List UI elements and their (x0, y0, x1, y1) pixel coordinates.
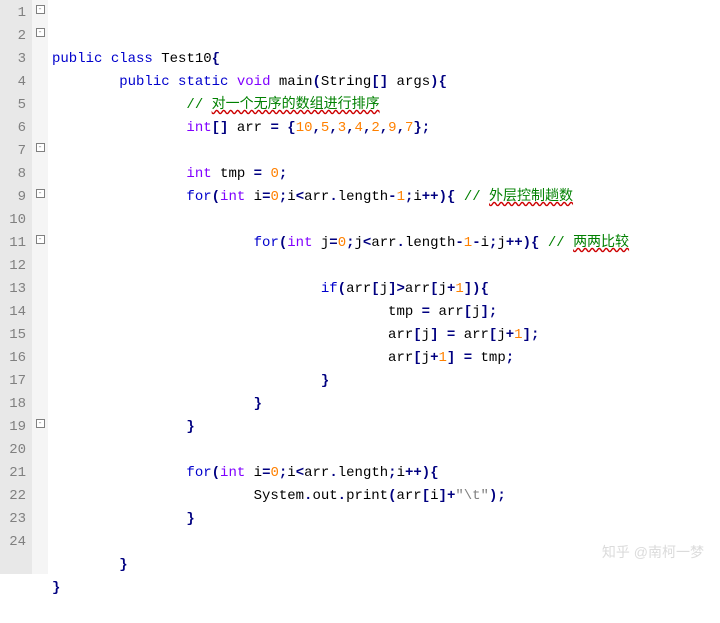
line-number: 6 (2, 117, 26, 140)
line-number: 2 (2, 25, 26, 48)
fold-marker (32, 276, 48, 299)
code-line[interactable]: for(int i=0;i<arr.length;i++){ (52, 462, 720, 485)
line-number: 22 (2, 485, 26, 508)
fold-marker[interactable]: - (32, 23, 48, 46)
line-number: 20 (2, 439, 26, 462)
fold-marker (32, 161, 48, 184)
line-number: 9 (2, 186, 26, 209)
code-line[interactable]: // 对一个无序的数组进行排序 (52, 94, 720, 117)
fold-marker (32, 253, 48, 276)
code-line[interactable] (52, 439, 720, 462)
code-line[interactable]: System.out.print(arr[i]+"\t"); (52, 485, 720, 508)
fold-marker (32, 437, 48, 460)
line-number: 17 (2, 370, 26, 393)
line-number: 13 (2, 278, 26, 301)
code-line[interactable]: if(arr[j]>arr[j+1]){ (52, 278, 720, 301)
line-number: 1 (2, 2, 26, 25)
fold-marker (32, 322, 48, 345)
line-number: 16 (2, 347, 26, 370)
code-line[interactable]: for(int i=0;i<arr.length-1;i++){ // 外层控制… (52, 186, 720, 209)
code-line[interactable]: public static void main(String[] args){ (52, 71, 720, 94)
line-number: 3 (2, 48, 26, 71)
fold-marker (32, 115, 48, 138)
line-number: 18 (2, 393, 26, 416)
line-number: 21 (2, 462, 26, 485)
code-line[interactable] (52, 255, 720, 278)
fold-marker (32, 391, 48, 414)
code-line[interactable]: } (52, 416, 720, 439)
code-area[interactable]: public class Test10{ public static void … (48, 0, 720, 574)
line-number-gutter: 123456789101112131415161718192021222324 (0, 0, 32, 574)
code-line[interactable]: } (52, 577, 720, 600)
watermark: 知乎 @南柯一梦 (602, 541, 704, 564)
line-number: 19 (2, 416, 26, 439)
fold-marker (32, 207, 48, 230)
fold-marker (32, 460, 48, 483)
fold-marker (32, 46, 48, 69)
line-number: 24 (2, 531, 26, 554)
fold-marker (32, 483, 48, 506)
line-number: 5 (2, 94, 26, 117)
fold-marker[interactable]: - (32, 414, 48, 437)
fold-marker[interactable]: - (32, 0, 48, 23)
fold-marker[interactable]: - (32, 138, 48, 161)
line-number: 23 (2, 508, 26, 531)
fold-column: ------ (32, 0, 48, 574)
code-line[interactable]: for(int j=0;j<arr.length-1-i;j++){ // 两两… (52, 232, 720, 255)
fold-marker (32, 92, 48, 115)
code-line[interactable]: tmp = arr[j]; (52, 301, 720, 324)
fold-marker (32, 299, 48, 322)
fold-marker (32, 506, 48, 529)
code-line[interactable]: int tmp = 0; (52, 163, 720, 186)
code-line[interactable]: arr[j+1] = tmp; (52, 347, 720, 370)
code-line[interactable]: } (52, 508, 720, 531)
line-number: 11 (2, 232, 26, 255)
code-line[interactable]: arr[j] = arr[j+1]; (52, 324, 720, 347)
fold-marker (32, 368, 48, 391)
line-number: 4 (2, 71, 26, 94)
fold-marker[interactable]: - (32, 184, 48, 207)
fold-marker (32, 69, 48, 92)
line-number: 12 (2, 255, 26, 278)
fold-marker (32, 345, 48, 368)
code-line[interactable]: } (52, 370, 720, 393)
code-line[interactable]: int[] arr = {10,5,3,4,2,9,7}; (52, 117, 720, 140)
code-line[interactable]: } (52, 393, 720, 416)
line-number: 15 (2, 324, 26, 347)
line-number: 8 (2, 163, 26, 186)
line-number: 14 (2, 301, 26, 324)
fold-marker (32, 529, 48, 552)
fold-marker[interactable]: - (32, 230, 48, 253)
code-line[interactable] (52, 140, 720, 163)
line-number: 7 (2, 140, 26, 163)
line-number: 10 (2, 209, 26, 232)
code-line[interactable] (52, 209, 720, 232)
code-line[interactable]: public class Test10{ (52, 48, 720, 71)
